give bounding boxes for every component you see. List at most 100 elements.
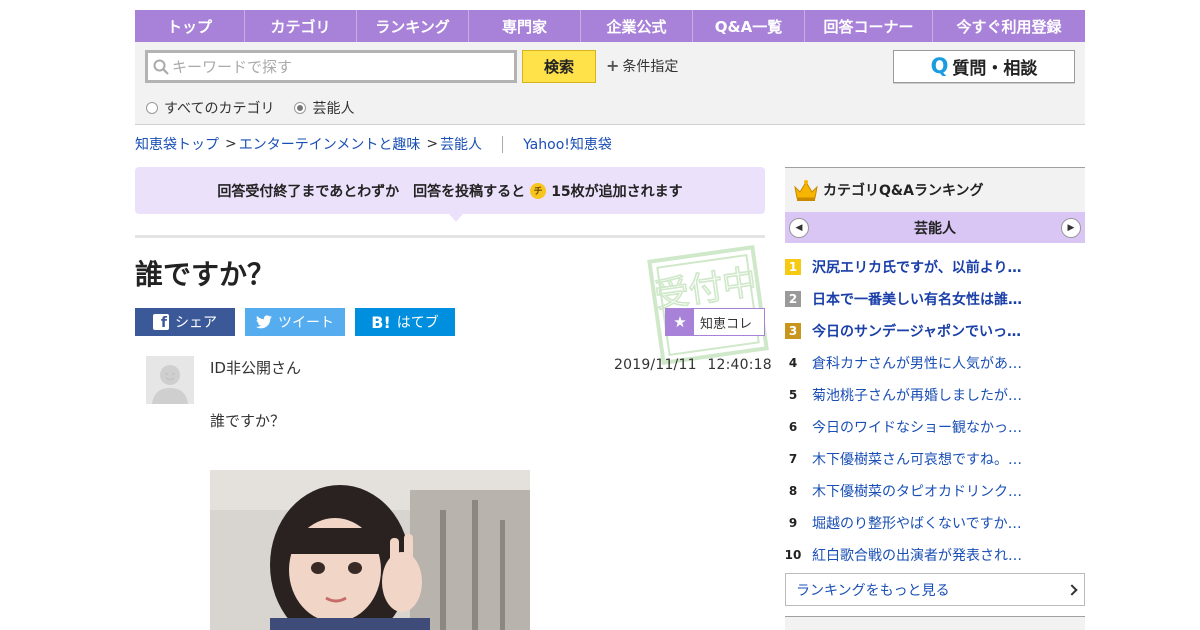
ranking-list: 1 沢尻エリカ氏ですが、以前より… 2 日本で一番美しい有名女性は誰… 3 今日… [785,251,1085,571]
notice-reward: 15枚が追加されます [551,183,683,200]
breadcrumb-entertainment[interactable]: エンターテインメントと趣味 [239,134,421,154]
rank-number: 2 [785,291,801,307]
facebook-share-label: シェア [175,315,217,331]
twitter-icon [256,315,272,329]
breadcrumb-separator: > [225,136,237,152]
avatar [146,356,194,404]
nav-item-top[interactable]: トップ [135,10,245,42]
rank-number: 3 [785,323,801,339]
scope-current-label: 芸能人 [312,101,355,117]
ranking-category-switcher: ◀ 芸能人 ▶ [785,212,1085,243]
search-conditions-link[interactable]: + 条件指定 [606,56,678,76]
breadcrumb: 知恵袋トップ > エンターテインメントと趣味 > 芸能人 Yahoo!知恵袋 [135,134,612,154]
ranking-header: カテゴリQ&Aランキング [785,167,1085,212]
ranking-item: 2 日本で一番美しい有名女性は誰… [785,283,1085,315]
ranking-title: カテゴリQ&Aランキング [823,183,984,199]
scope-current-radio[interactable]: 芸能人 [294,98,354,118]
ranking-item: 8 木下優樹菜のタピオカドリンク… [785,475,1085,507]
chevron-right-icon [1066,583,1078,596]
posted-time: 12:40:18 [707,357,772,373]
ranking-item: 9 堀越のり整形やばくないですか… [785,507,1085,539]
posted-datetime: 2019/11/11 12:40:18 [614,357,772,373]
ranking-category-label: 芸能人 [914,220,956,237]
ranking-link[interactable]: 今日のサンデージャポンでいっ… [812,321,1072,341]
section-divider [135,235,765,238]
nav-item-register[interactable]: 今すぐ利用登録 [933,10,1085,42]
ranking-link[interactable]: 菊池桃子さんが再婚しましたが… [812,385,1072,405]
notice-tail [449,214,463,222]
breadcrumb-divider [502,135,504,153]
hatena-icon: B! [371,312,391,332]
breadcrumb-celebrity[interactable]: 芸能人 [440,134,482,154]
ranking-item: 6 今日のワイドなショー観なかっ… [785,411,1085,443]
ranking-link[interactable]: 日本で一番美しい有名女性は誰… [812,289,1072,309]
star-icon: ★ [666,309,694,335]
question-photo[interactable] [210,470,530,630]
nav-item-expert[interactable]: 専門家 [469,10,581,42]
more-ranking-label: ランキングをもっと見る [796,582,950,599]
question-author: ID非公開さん [210,359,301,377]
prev-category-button[interactable]: ◀ [789,217,809,238]
ranking-link[interactable]: 今日のワイドなショー観なかっ… [812,417,1072,437]
crown-icon [794,180,818,201]
hatena-label: はてブ [396,315,439,331]
ranking-link[interactable]: 木下優樹菜さん可哀想ですね。… [812,449,1072,469]
rank-number: 4 [788,356,798,370]
accepting-stamp: 受付中 [647,245,769,365]
coin-icon: チ [530,182,547,199]
chie-collection-label: 知恵コレ [700,316,753,332]
radio-checked-icon [294,102,307,114]
ask-question-label: 質問・相談 [952,59,1038,79]
hatena-bookmark-button[interactable]: B! はてブ [355,308,455,336]
search-conditions-label: 条件指定 [622,59,679,75]
ranking-link[interactable]: 倉科カナさんが男性に人気があ… [812,353,1072,373]
nav-item-qa-list[interactable]: Q&A一覧 [693,10,805,42]
photo-image [210,470,530,630]
yahoo-chiebukuro-link[interactable]: Yahoo!知恵袋 [523,134,612,154]
facebook-share-button[interactable]: f シェア [135,308,235,336]
rank-number: 1 [785,259,801,275]
twitter-share-button[interactable]: ツイート [245,308,345,336]
facebook-icon: f [153,314,169,330]
more-ranking-button[interactable]: ランキングをもっと見る [785,573,1085,606]
next-category-button[interactable]: ▶ [1061,217,1081,238]
twitter-share-label: ツイート [278,315,334,331]
rank-number: 6 [788,420,798,434]
rank-number: 9 [788,516,798,530]
ask-question-button[interactable]: Q 質問・相談 [893,50,1075,83]
rank-number: 7 [788,452,798,466]
nav-item-answer-corner[interactable]: 回答コーナー [805,10,933,42]
breadcrumb-top[interactable]: 知恵袋トップ [135,134,219,154]
ranking-link[interactable]: 紅白歌合戦の出演者が発表され… [812,545,1072,565]
scope-all-radio[interactable]: すべてのカテゴリ [146,98,274,118]
question-title: 誰ですか？ [135,258,276,291]
search-icon [153,59,169,75]
search-input[interactable] [172,54,502,79]
ranking-item: 7 木下優樹菜さん可哀想ですね。… [785,443,1085,475]
notice-text: 回答受付終了まであとわずか 回答を投稿すると [217,183,526,200]
ranking-item: 3 今日のサンデージャポンでいっ… [785,315,1085,347]
ranking-link[interactable]: 堀越のり整形やばくないですか… [812,513,1072,533]
ranking-link[interactable]: 沢尻エリカ氏ですが、以前より… [812,257,1072,277]
global-nav: トップ カテゴリ ランキング 専門家 企業公式 Q&A一覧 回答コーナー 今すぐ… [135,10,1085,42]
search-area: 検索 + 条件指定 Q 質問・相談 すべてのカテゴリ 芸能人 [135,42,1085,125]
chie-collection-button[interactable]: ★ 知恵コレ [665,308,765,336]
category-ranking: カテゴリQ&Aランキング ◀ 芸能人 ▶ 1 沢尻エリカ氏ですが、以前より… 2… [785,167,1085,606]
nav-item-category[interactable]: カテゴリ [245,10,357,42]
answer-notice: 回答受付終了まであとわずか 回答を投稿すると チ 15枚が追加されます [135,167,765,214]
nav-item-ranking[interactable]: ランキング [357,10,469,42]
ranking-item: 4 倉科カナさんが男性に人気があ… [785,347,1085,379]
search-box [145,50,517,83]
search-button[interactable]: 検索 [522,50,596,83]
ranking-item: 5 菊池桃子さんが再婚しましたが… [785,379,1085,411]
default-user-icon [146,356,194,404]
rank-number: 8 [788,484,798,498]
question-icon: Q [930,54,949,78]
ranking-link[interactable]: 木下優樹菜のタピオカドリンク… [812,481,1072,501]
posted-date: 2019/11/11 [614,357,697,373]
next-sidebar-box [785,616,1085,630]
search-scope: すべてのカテゴリ 芸能人 [146,98,374,118]
scope-all-label: すべてのカテゴリ [164,101,275,117]
nav-item-official[interactable]: 企業公式 [581,10,693,42]
rank-number: 10 [784,548,802,562]
